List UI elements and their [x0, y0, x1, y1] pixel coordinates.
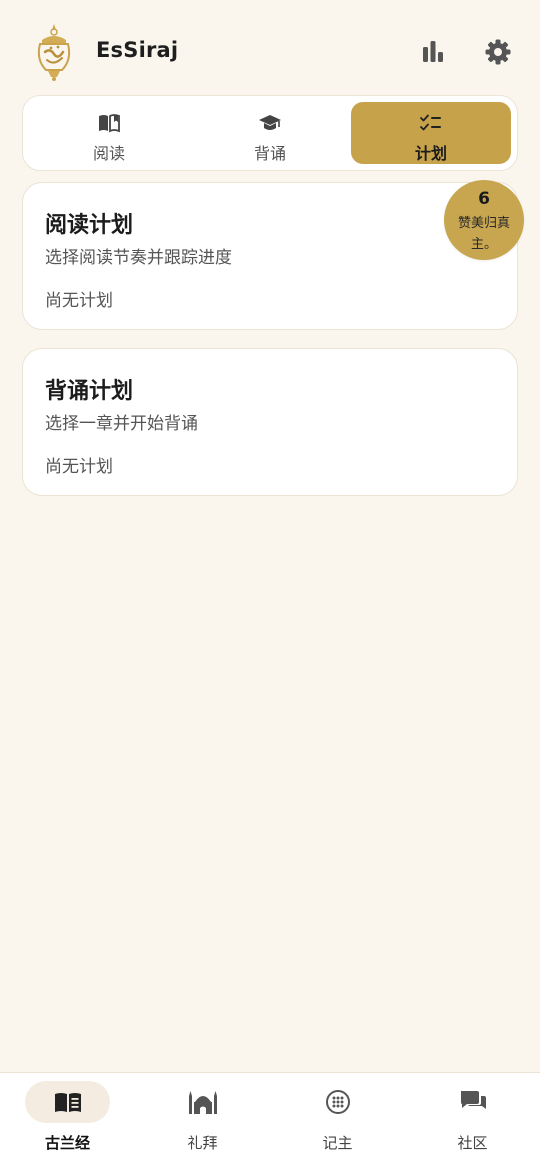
tab-memorization[interactable]: 背诵	[190, 102, 350, 164]
tab-label: 计划	[414, 144, 447, 163]
card-title: 阅读计划	[45, 213, 134, 238]
nav-label: 记主	[322, 1134, 353, 1152]
tab-reading[interactable]: 阅读	[29, 102, 189, 164]
app-title: EsSiraj	[96, 38, 179, 62]
quran-book-icon	[53, 1088, 83, 1116]
app-header: EsSiraj	[0, 0, 540, 100]
tasbih-icon	[323, 1088, 353, 1116]
memorization-plan-card[interactable]: 背诵计划 选择一章并开始背诵 尚无计划	[22, 348, 518, 496]
nav-item-quran[interactable]: 古兰经	[0, 1073, 135, 1159]
nav-label: 礼拜	[187, 1134, 218, 1152]
nav-label: 社区	[457, 1134, 488, 1152]
card-status: 尚无计划	[45, 457, 113, 477]
nav-label: 古兰经	[44, 1134, 90, 1152]
bar-chart-icon[interactable]	[420, 38, 446, 66]
dhikr-counter-badge[interactable]: 6 赞美归真主。	[444, 180, 524, 260]
card-subtitle: 选择一章并开始背诵	[45, 414, 198, 434]
card-title: 背诵计划	[45, 379, 134, 404]
card-subtitle: 选择阅读节奏并跟踪进度	[45, 248, 232, 268]
graduation-cap-icon	[258, 112, 282, 134]
mosque-icon	[188, 1088, 218, 1116]
nav-item-dhikr[interactable]: 记主	[270, 1073, 405, 1159]
tab-label: 背诵	[253, 144, 286, 163]
checklist-icon	[419, 112, 443, 134]
chat-bubbles-icon	[458, 1088, 488, 1116]
book-icon	[97, 112, 121, 134]
nav-item-prayer[interactable]: 礼拜	[135, 1073, 270, 1159]
nav-item-community[interactable]: 社区	[405, 1073, 540, 1159]
card-status: 尚无计划	[45, 291, 113, 311]
tab-plan[interactable]: 计划	[351, 102, 511, 164]
bottom-navigation: 古兰经 礼拜 记主 社区	[0, 1072, 540, 1159]
tab-label: 阅读	[92, 144, 125, 163]
gear-icon[interactable]	[484, 38, 512, 66]
dhikr-count: 6	[478, 189, 490, 209]
dhikr-text: 赞美归真主。	[457, 216, 510, 252]
essiraj-lantern-logo	[32, 22, 76, 82]
study-tabs: 阅读 背诵 计划	[22, 95, 518, 171]
